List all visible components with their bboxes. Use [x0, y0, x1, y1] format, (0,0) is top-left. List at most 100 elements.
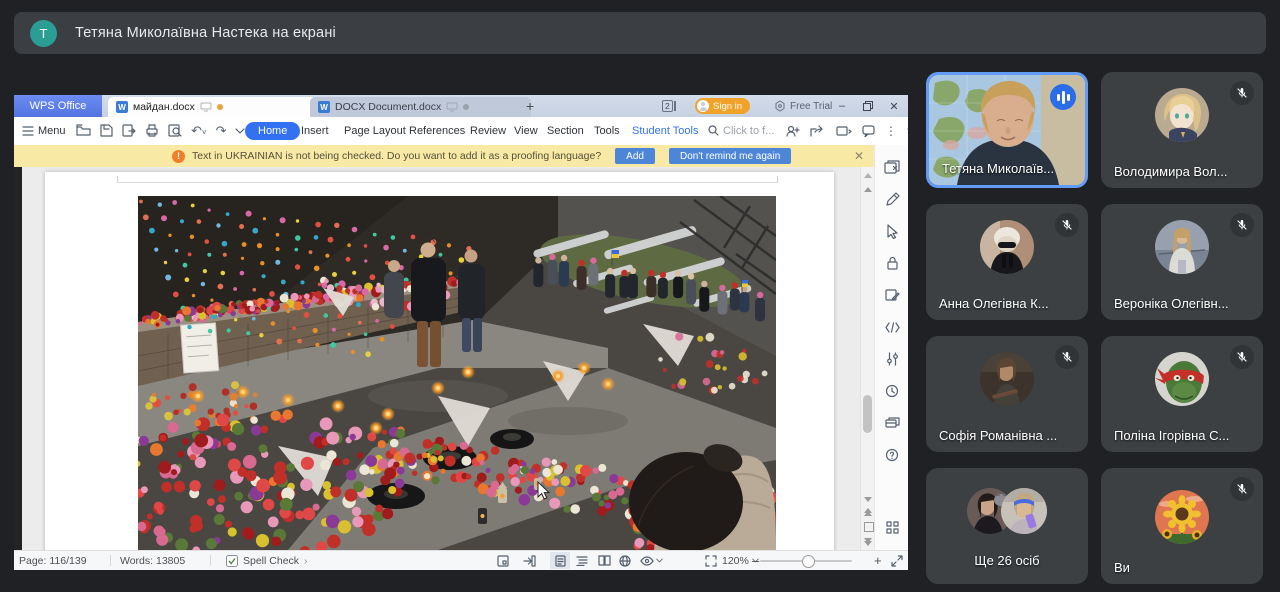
participant-tile-sofiia[interactable]: Софія Романівна ... — [926, 336, 1088, 452]
new-tab-button[interactable]: + — [526, 95, 534, 117]
search-box[interactable]: Click to f... — [708, 117, 774, 144]
document-scrollbar[interactable] — [860, 167, 875, 550]
free-trial-button[interactable]: Free Trial — [774, 95, 832, 117]
restore-icon — [863, 101, 873, 111]
print-preview-icon[interactable] — [168, 124, 182, 137]
zoom-out-button[interactable]: – — [752, 551, 759, 570]
margin-guide — [117, 182, 778, 183]
participant-name: Софія Романівна ... — [939, 428, 1057, 443]
edit-pen-icon[interactable] — [882, 189, 902, 209]
add-language-button[interactable]: Add — [615, 148, 655, 164]
history-icon[interactable] — [882, 381, 902, 401]
redo-icon[interactable]: ↷ — [216, 123, 227, 139]
participant-name: Анна Олегівна К... — [939, 296, 1049, 311]
share-icon[interactable] — [810, 125, 826, 137]
warning-close-icon[interactable]: ✕ — [854, 149, 864, 163]
mic-off-icon — [1230, 213, 1254, 237]
spellcheck-expand-icon[interactable]: › — [304, 555, 308, 567]
tab-section[interactable]: Section — [547, 117, 584, 144]
menu-button[interactable]: Menu — [22, 117, 66, 144]
participant-tile-others[interactable]: Ще 26 осіб — [926, 468, 1088, 584]
tab-insert[interactable]: Insert — [301, 117, 329, 144]
add-user-icon[interactable] — [786, 125, 800, 137]
participant-avatar — [980, 220, 1034, 274]
participant-avatar — [1155, 490, 1209, 544]
tab-dot-icon — [463, 104, 469, 110]
document-tab-maidan[interactable]: W майдан.docx — [108, 97, 319, 117]
tab-home[interactable]: Home — [245, 117, 300, 144]
mic-off-icon — [1055, 345, 1079, 369]
view-web-icon[interactable] — [619, 551, 631, 570]
document-page[interactable] — [45, 172, 834, 550]
lock-icon[interactable] — [882, 253, 902, 273]
split-view-icon[interactable] — [861, 171, 875, 180]
code-icon[interactable] — [882, 317, 902, 337]
print-icon[interactable] — [145, 124, 159, 137]
select-cursor-icon[interactable] — [882, 221, 902, 241]
participant-tile-you[interactable]: Ви — [1101, 468, 1263, 584]
wps-window: WPS Office W майдан.docx W DOCX Document… — [14, 95, 908, 570]
spellcheck-toggle[interactable]: Spell Check › — [226, 551, 308, 570]
participant-tile-volodymyra[interactable]: Володимира Вол... — [1101, 72, 1263, 188]
minimize-button[interactable]: – — [832, 95, 852, 117]
participant-tile-anna[interactable]: Анна Олегівна К... — [926, 204, 1088, 320]
scroll-up-icon[interactable] — [861, 185, 875, 194]
close-pane-icon[interactable] — [882, 157, 902, 177]
undo-icon[interactable]: ↶˅ — [191, 123, 207, 139]
edit-field-icon[interactable] — [882, 285, 902, 305]
restore-button[interactable] — [858, 95, 878, 117]
tab-page-layout[interactable]: Page Layout — [344, 117, 406, 144]
presenter-avatar: T — [30, 20, 57, 47]
participant-name: Вероніка Олегівн... — [1114, 296, 1229, 311]
previous-page-icon[interactable] — [861, 506, 875, 518]
tab-references[interactable]: References — [409, 117, 465, 144]
select-browse-object-icon[interactable] — [864, 522, 874, 532]
more-options-icon[interactable]: ⋮ — [885, 124, 897, 138]
view-write-mode-icon[interactable] — [550, 552, 570, 569]
paper-sign — [181, 323, 219, 373]
apps-grid-icon[interactable] — [882, 517, 902, 537]
next-page-icon[interactable] — [861, 536, 875, 548]
side-dock-icon[interactable] — [523, 551, 536, 570]
others-count-label: Ще 26 осіб — [926, 553, 1088, 568]
zoom-in-button[interactable]: + — [874, 551, 882, 570]
sign-in-button[interactable]: Sign in — [695, 98, 750, 114]
export-icon[interactable] — [122, 124, 136, 137]
open-folder-icon[interactable] — [76, 124, 91, 137]
warning-icon: ! — [172, 150, 185, 163]
switch-mode-icon[interactable] — [836, 125, 852, 137]
save-icon[interactable] — [100, 124, 113, 137]
toolbar-collapse-icon[interactable] — [235, 128, 245, 134]
view-two-page-icon[interactable] — [598, 551, 611, 570]
tab-review[interactable]: Review — [470, 117, 506, 144]
close-button[interactable]: ✕ — [884, 95, 904, 117]
comment-icon[interactable] — [862, 125, 875, 137]
participant-tile-polina[interactable]: Поліна Ігорівна С... — [1101, 336, 1263, 452]
zoom-slider-knob[interactable] — [802, 555, 815, 568]
tab-tools[interactable]: Tools — [594, 117, 620, 144]
participant-avatar — [980, 352, 1034, 406]
participant-tile-veronika[interactable]: Вероніка Олегівн... — [1101, 204, 1263, 320]
task-window-icon[interactable] — [497, 551, 509, 570]
dont-remind-button[interactable]: Don't remind me again — [669, 148, 791, 164]
document-tab-docx[interactable]: W DOCX Document.docx — [310, 97, 531, 117]
scrollbar-thumb[interactable] — [863, 395, 872, 433]
window-switcher-button[interactable]: 2 — [662, 95, 676, 117]
wps-menubar: Menu ↶˅ ↷ Home Insert Page Layout Refere… — [14, 117, 908, 146]
scroll-down-icon[interactable] — [861, 495, 875, 504]
view-eye-protect-icon[interactable] — [640, 551, 663, 570]
settings-sliders-icon[interactable] — [882, 349, 902, 369]
ribbon-collapse-icon[interactable] — [907, 128, 908, 134]
tab-view[interactable]: View — [514, 117, 538, 144]
page-indicator: Page: 116/139 — [19, 551, 87, 570]
panels-icon[interactable] — [882, 413, 902, 433]
mic-off-icon — [1055, 213, 1079, 237]
participant-tile-tetiana[interactable]: Тетяна Миколаїв... — [926, 72, 1088, 188]
side-toolbar — [874, 145, 908, 550]
help-icon[interactable] — [882, 445, 902, 465]
wps-brand-button[interactable]: WPS Office — [14, 95, 102, 117]
tab-student-tools[interactable]: Student Tools — [632, 117, 698, 144]
view-outline-icon[interactable] — [576, 551, 588, 570]
fullscreen-icon[interactable] — [891, 551, 903, 570]
fit-page-icon[interactable] — [705, 551, 717, 570]
